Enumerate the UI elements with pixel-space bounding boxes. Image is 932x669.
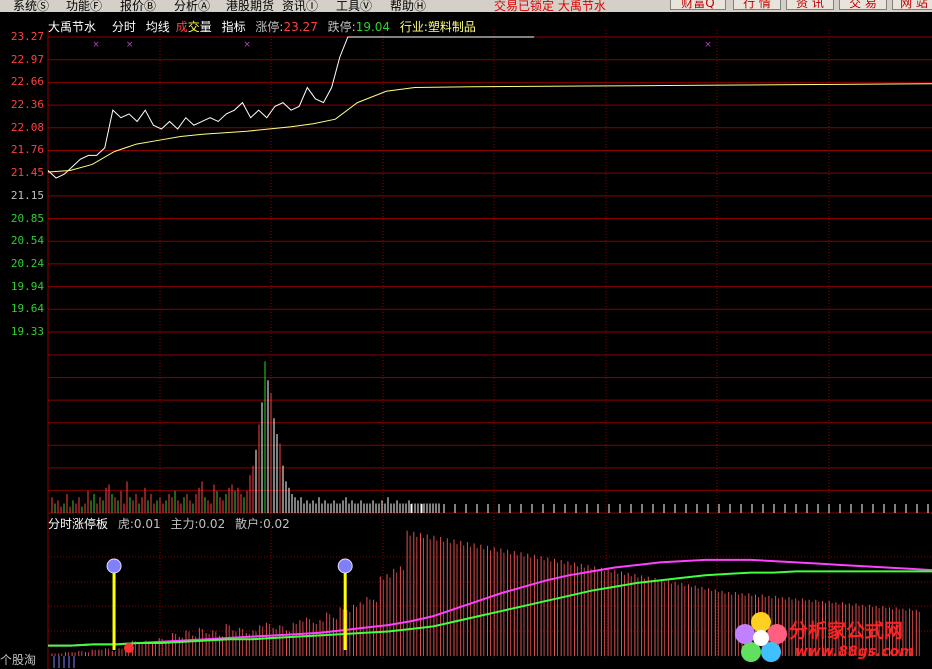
tab-liang[interactable]: 量 [200, 20, 212, 34]
price-tick-label: 22.08 [10, 120, 44, 134]
indicator-header: 分时涨停板 虎:0.01 主力:0.02 散户:0.02 [48, 515, 296, 532]
sanhu-label: 散户: [235, 517, 264, 531]
limit-up-label: 涨停: [255, 20, 284, 34]
price-tick-label: 22.66 [10, 75, 44, 89]
limit-signal-badge-icon [106, 558, 122, 574]
event-marker-icon: × [92, 40, 100, 50]
price-tick-label: 19.33 [10, 325, 44, 338]
hu-label: 虎: [117, 517, 134, 531]
chart-info-bar: 大禹节水 分时 均线 成交量 指标 涨停:23.27 跌停:19.04 行业:塑料… [48, 18, 482, 34]
price-tick-label: 22.97 [10, 52, 44, 66]
tab-cheng[interactable]: 成 [176, 20, 188, 34]
price-line [47, 36, 535, 179]
price-tick-label: 20.54 [10, 234, 44, 248]
indicator-name: 分时涨停板 [48, 517, 109, 531]
hu-value: 0.01 [133, 517, 161, 531]
price-tick-label: 19.94 [10, 279, 44, 293]
price-tick-label: 20.85 [10, 211, 44, 225]
price-tick-label: 21.15 [10, 188, 44, 202]
hu-marker-icon [124, 643, 134, 653]
tab-junxian[interactable]: 均线 [146, 20, 170, 34]
limit-up-value: 23.27 [283, 20, 318, 34]
event-marker-icon: × [243, 40, 251, 50]
watermark-url: www.88gs.com [795, 644, 914, 660]
intraday-chart[interactable]: × × × × [0, 0, 932, 669]
industry-label: 行业:塑料制品 [399, 20, 476, 34]
watermark-logo: 分析家公式网 www.88gs.com [733, 608, 928, 666]
price-tick-label: 21.45 [10, 166, 44, 180]
tab-jiao[interactable]: 交 [188, 20, 200, 34]
event-marker-icon: × [704, 40, 712, 50]
tab-zhibiao[interactable]: 指标 [222, 20, 246, 34]
event-marker-icon: × [126, 40, 134, 50]
price-tick-label: 23.27 [10, 30, 44, 43]
limit-down-value: 19.04 [355, 20, 391, 34]
price-tick-label: 22.36 [10, 98, 44, 112]
price-tick-label: 20.24 [10, 256, 44, 270]
price-tick-label: 21.76 [10, 143, 44, 157]
limit-signal-badge-icon [337, 558, 353, 574]
stock-name: 大禹节水 [48, 20, 97, 34]
zhuli-label: 主力: [170, 517, 199, 531]
watermark-title: 分析家公式网 [789, 620, 904, 642]
sanhu-value: 0.02 [263, 517, 290, 531]
price-tick-label: 19.64 [10, 302, 44, 316]
flower-logo-icon [735, 612, 787, 662]
stock-picker-label[interactable]: 个股淘 [0, 651, 36, 668]
limit-down-label: 跌停: [327, 20, 356, 34]
zhuli-value: 0.02 [198, 517, 226, 531]
tab-fenshi[interactable]: 分时 [112, 20, 136, 34]
